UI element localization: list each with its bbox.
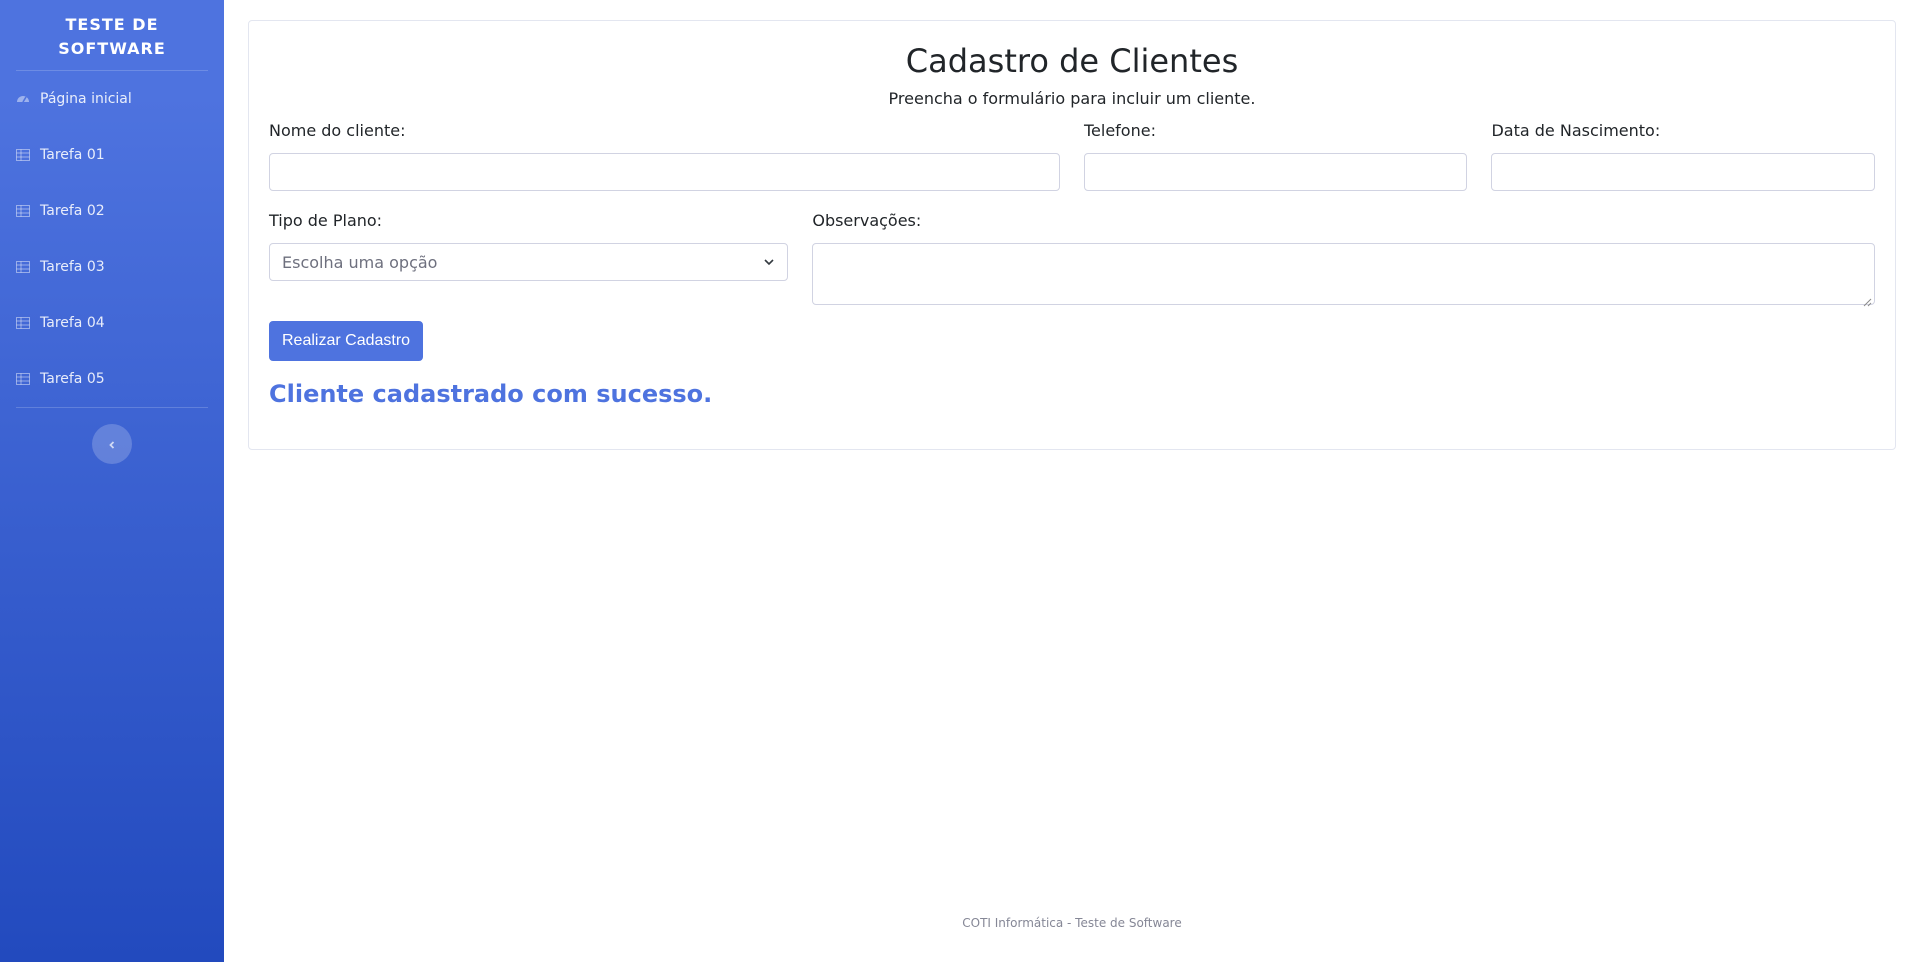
form-row-2: Tipo de Plano: Escolha uma opção Observa… — [269, 211, 1875, 307]
sidebar-item-label: Tarefa 03 — [40, 259, 105, 275]
success-message: Cliente cadastrado com sucesso. — [269, 380, 713, 408]
app-root: TESTE DE SOFTWARE Página inicial Tarefa … — [0, 0, 1920, 962]
sidebar-item-tarefa-03[interactable]: Tarefa 03 — [16, 239, 208, 295]
observacoes-field: Observações: — [812, 211, 1875, 307]
table-icon — [16, 148, 30, 162]
sidebar-item-tarefa-01[interactable]: Tarefa 01 — [16, 127, 208, 183]
sidebar-item-tarefa-05[interactable]: Tarefa 05 — [16, 351, 208, 407]
sidebar-item-tarefa-02[interactable]: Tarefa 02 — [16, 183, 208, 239]
sidebar-item-label: Página inicial — [40, 91, 132, 107]
brand-title: TESTE DE SOFTWARE — [58, 15, 166, 58]
plano-field: Tipo de Plano: Escolha uma opção — [269, 211, 789, 305]
sidebar-item-label: Tarefa 04 — [40, 315, 105, 331]
sidebar-item-tarefa-04[interactable]: Tarefa 04 — [16, 295, 208, 351]
table-icon — [16, 316, 30, 330]
plano-label: Tipo de Plano: — [269, 211, 383, 230]
chevron-left-icon — [107, 435, 117, 454]
form-row-1: Nome do cliente: Telefone: Data de Nasci… — [269, 121, 1875, 191]
nome-field: Nome do cliente: — [269, 121, 1060, 191]
tachometer-icon — [16, 92, 30, 106]
nascimento-input[interactable] — [1491, 153, 1875, 191]
resize-grip-icon[interactable] — [1862, 292, 1872, 307]
form-card: Cadastro de Clientes Preencha o formulár… — [248, 20, 1896, 450]
telefone-input[interactable] — [1083, 153, 1468, 191]
table-icon — [16, 260, 30, 274]
submit-button[interactable]: Realizar Cadastro — [269, 321, 424, 361]
nome-input[interactable] — [269, 153, 1060, 191]
sidebar: TESTE DE SOFTWARE Página inicial Tarefa … — [0, 0, 224, 962]
plano-selected-value: Escolha uma opção — [282, 252, 438, 272]
nome-label: Nome do cliente: — [269, 121, 406, 140]
footer-text: COTI Informática - Teste de Software — [962, 916, 1182, 930]
sidebar-item-label: Tarefa 02 — [40, 203, 105, 219]
plano-select[interactable]: Escolha uma opção — [269, 243, 789, 281]
table-icon — [16, 204, 30, 218]
sidebar-item-label: Tarefa 05 — [40, 371, 105, 387]
table-icon — [16, 372, 30, 386]
nascimento-label: Data de Nascimento: — [1491, 121, 1661, 140]
footer: COTI Informática - Teste de Software — [224, 916, 1920, 930]
sidebar-toggle-wrap — [16, 408, 208, 464]
telefone-label: Telefone: — [1083, 121, 1156, 140]
page-title: Cadastro de Clientes — [905, 42, 1239, 80]
observacoes-textarea[interactable] — [812, 243, 1875, 307]
sidebar-brand[interactable]: TESTE DE SOFTWARE — [16, 0, 208, 70]
sidebar-item-pagina-inicial[interactable]: Página inicial — [16, 71, 208, 127]
main-content: Cadastro de Clientes Preencha o formulár… — [224, 0, 1920, 962]
observacoes-label: Observações: — [812, 211, 922, 230]
sidebar-toggle-button[interactable] — [92, 424, 132, 464]
chevron-down-icon — [763, 253, 775, 272]
page-subtitle: Preencha o formulário para incluir um cl… — [888, 89, 1256, 108]
nascimento-field: Data de Nascimento: — [1491, 121, 1875, 191]
telefone-field: Telefone: — [1083, 121, 1468, 191]
sidebar-item-label: Tarefa 01 — [40, 147, 105, 163]
